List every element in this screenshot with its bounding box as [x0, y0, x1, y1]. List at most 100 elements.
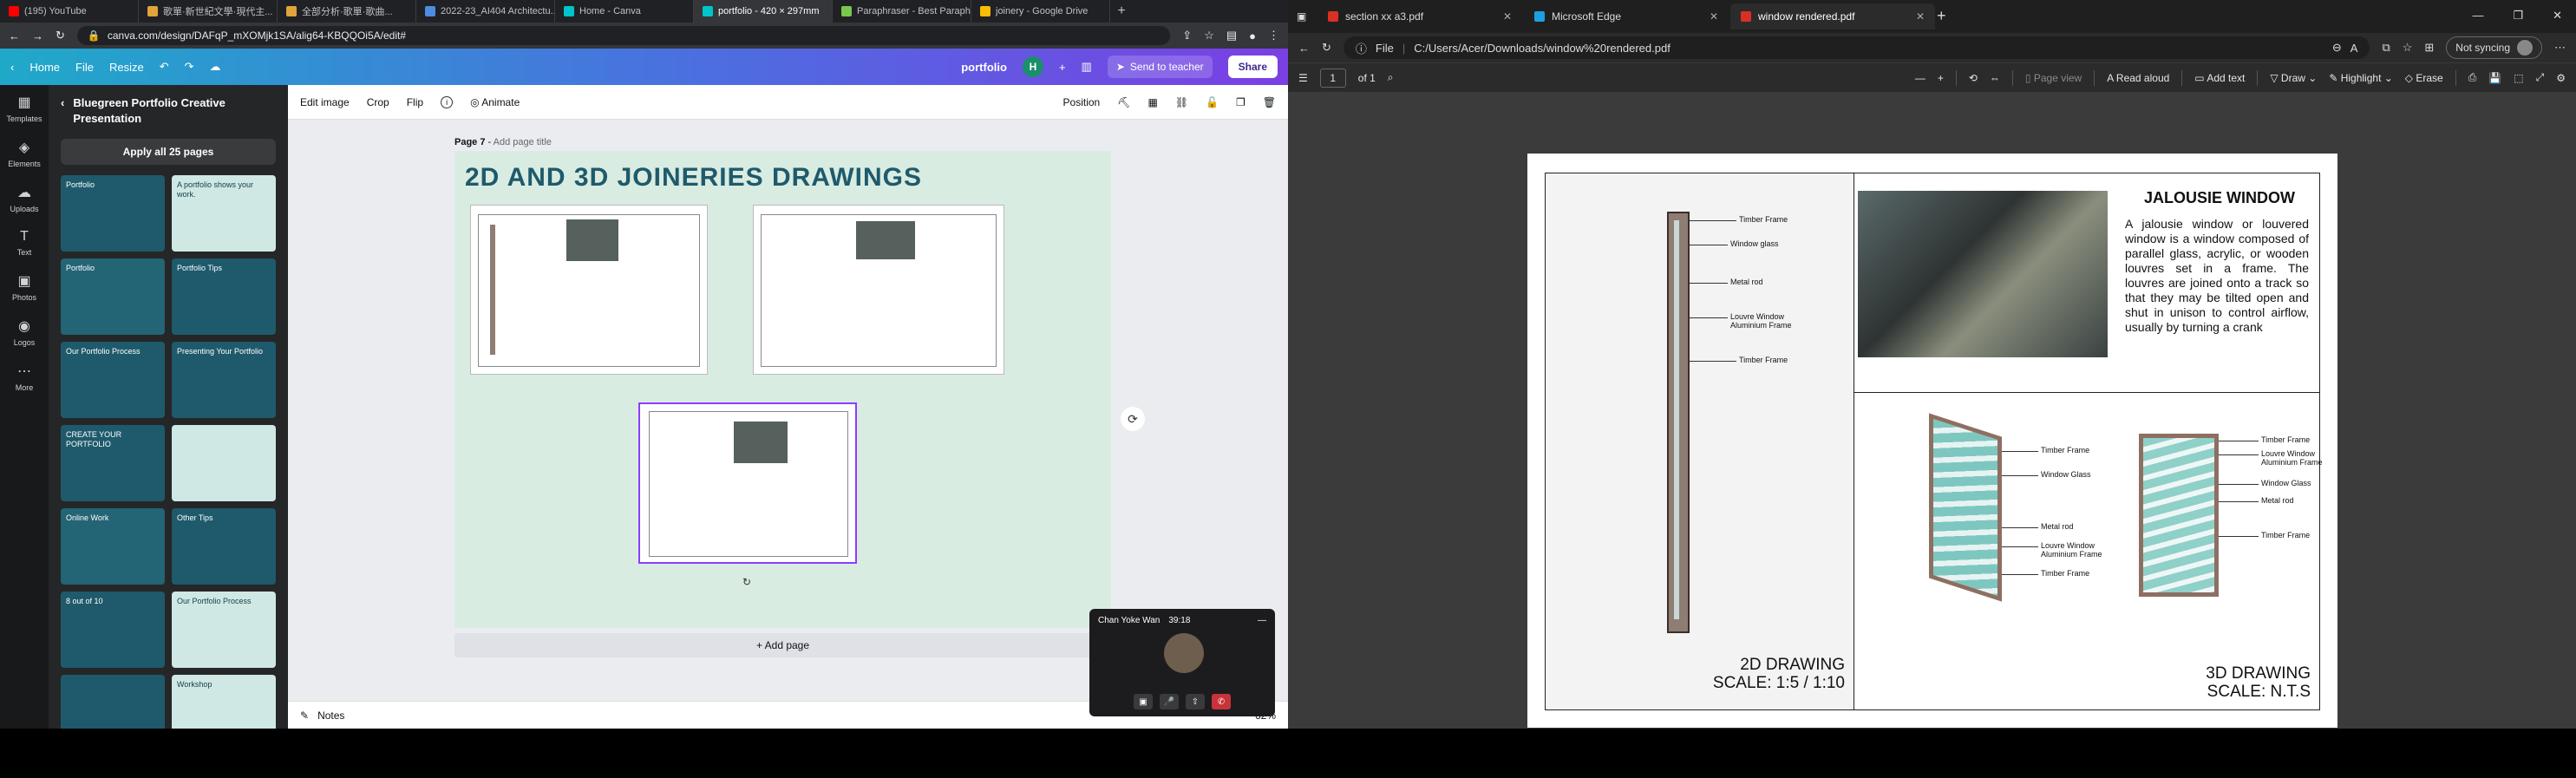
settings-menu-icon[interactable]: ⋯	[2554, 41, 2566, 55]
pdf-viewport[interactable]: Timber Frame Window glass Metal rod Louvre …	[1288, 92, 2576, 729]
highlight-button[interactable]: ✎ Highlight ⌄	[2329, 72, 2392, 84]
end-call-icon[interactable]: ✆	[1212, 694, 1231, 709]
close-window-icon[interactable]: ✕	[2553, 9, 2562, 23]
apply-all-button[interactable]: Apply all 25 pages	[61, 139, 276, 165]
new-tab-button[interactable]: +	[1110, 3, 1133, 19]
template-thumbnail[interactable]: Portfolio Tips	[172, 258, 276, 335]
drawing-card[interactable]	[753, 205, 1004, 375]
close-tab-icon[interactable]: ✕	[1710, 10, 1718, 23]
restore-window-icon[interactable]: ❐	[2513, 9, 2523, 23]
link-icon[interactable]: ⛓	[1175, 96, 1188, 108]
notes-button[interactable]: Notes	[317, 709, 344, 722]
search-icon[interactable]: ⌕	[1388, 71, 1394, 84]
add-text-button[interactable]: ▭ Add text	[2194, 72, 2245, 84]
template-thumbnail[interactable]: 8 out of 10	[61, 592, 165, 668]
rail-item[interactable]: ⋯ More	[16, 363, 34, 392]
browser-tab[interactable]: Paraphraser - Best Paraph...	[833, 0, 971, 23]
add-page-button[interactable]: + Add page	[454, 633, 1111, 657]
delete-icon[interactable]: 🗑	[1263, 96, 1276, 108]
redo-icon[interactable]: ↷	[185, 60, 194, 74]
edge-tab[interactable]: section xx a3.pdf ✕	[1317, 3, 1522, 29]
rail-item[interactable]: ☁ Uploads	[10, 184, 38, 213]
forward-icon[interactable]: →	[32, 29, 43, 42]
rail-item[interactable]: ▦ Templates	[6, 94, 42, 123]
minimize-window-icon[interactable]: —	[2472, 9, 2483, 23]
browser-tab[interactable]: joinery - Google Drive	[971, 0, 1110, 23]
duplicate-icon[interactable]: ❐	[1236, 96, 1246, 108]
page-number-input[interactable]: 1	[1319, 68, 1346, 88]
browser-tab[interactable]: (195) YouTube	[0, 0, 139, 23]
send-to-teacher-button[interactable]: ➤ Send to teacher	[1107, 56, 1213, 78]
back-icon[interactable]: ←	[1298, 42, 1310, 55]
template-thumbnail[interactable]: Online Work	[61, 508, 165, 585]
template-thumbnail[interactable]: Our Portfolio Process	[61, 342, 165, 418]
menu-icon[interactable]: ⋮	[1268, 29, 1279, 42]
minimize-icon[interactable]: —	[1258, 616, 1266, 625]
position-button[interactable]: Position	[1063, 96, 1101, 108]
edge-url-field[interactable]: ⓘ File | C:/Users/Acer/Downloads/window%…	[1343, 36, 2370, 59]
page-canvas[interactable]: 2D AND 3D JOINERIES DRAWINGS ↻ ⟳	[454, 151, 1145, 628]
insights-icon[interactable]: ▥	[1082, 60, 1092, 74]
template-thumbnail[interactable]	[61, 675, 165, 729]
file-menu[interactable]: File	[75, 61, 94, 74]
paint-format-icon[interactable]: ⛏	[1117, 96, 1130, 108]
save-as-icon[interactable]: ⬚	[2514, 72, 2523, 84]
rotate-icon[interactable]: ⟲	[1969, 72, 1978, 84]
avatar[interactable]: H	[1022, 56, 1043, 77]
undo-icon[interactable]: ↶	[160, 60, 169, 74]
refresh-icon[interactable]: ⟳	[1121, 407, 1145, 431]
contents-icon[interactable]: ☰	[1298, 72, 1308, 84]
flip-button[interactable]: Flip	[407, 96, 423, 108]
drawing-card[interactable]	[470, 205, 708, 375]
animate-button[interactable]: ◎ Animate	[470, 96, 520, 108]
rail-item[interactable]: ◈ Elements	[8, 139, 41, 168]
pdf-settings-icon[interactable]: ⚙	[2556, 72, 2566, 84]
info-icon[interactable]: i	[441, 95, 454, 108]
tab-actions-icon[interactable]: ▣	[1297, 10, 1316, 23]
screen-share-icon[interactable]: ⇧	[1186, 694, 1205, 709]
template-thumbnail[interactable]: Our Portfolio Process	[172, 592, 276, 668]
bookmark-star-icon[interactable]: ☆	[1204, 29, 1214, 42]
browser-tab[interactable]: Home - Canva	[555, 0, 694, 23]
page-heading[interactable]: 2D AND 3D JOINERIES DRAWINGS	[465, 163, 922, 193]
rail-item[interactable]: ◉ Logos	[14, 317, 36, 347]
zoom-in-icon[interactable]: +	[1938, 72, 1944, 84]
print-icon[interactable]: ⎙	[2468, 71, 2477, 84]
rotate-handle-icon[interactable]: ↻	[742, 576, 751, 588]
template-thumbnail[interactable]: Presenting Your Portfolio	[172, 342, 276, 418]
rail-item[interactable]: T Text	[17, 229, 32, 257]
sidepanel-icon[interactable]: ▤	[1226, 29, 1237, 42]
close-tab-icon[interactable]: ✕	[1916, 10, 1925, 23]
drawing-card-selected[interactable]	[638, 402, 857, 564]
save-icon[interactable]: 💾	[2488, 72, 2501, 84]
close-tab-icon[interactable]: ✕	[1503, 10, 1512, 23]
transparency-icon[interactable]: ▦	[1147, 96, 1157, 108]
edge-tab[interactable]: Microsoft Edge ✕	[1524, 3, 1729, 29]
back-chevron-icon[interactable]: ‹	[10, 61, 14, 74]
browser-tab[interactable]: 2022-23_AI404 Architectu...	[416, 0, 555, 23]
not-syncing-button[interactable]: Not syncing	[2446, 36, 2542, 59]
page-view-button[interactable]: ▯ Page view	[2025, 72, 2082, 84]
template-thumbnail[interactable]: Portfolio	[61, 258, 165, 335]
resize-button[interactable]: Resize	[109, 61, 144, 74]
microphone-icon[interactable]: 🎤	[1160, 694, 1179, 709]
new-tab-button[interactable]: +	[1937, 7, 1946, 25]
document-name[interactable]: portfolio	[961, 61, 1007, 74]
erase-button[interactable]: ◇ Erase	[2405, 72, 2443, 84]
reload-icon[interactable]: ↻	[56, 29, 65, 42]
template-thumbnail[interactable]: A portfolio shows your work.	[172, 175, 276, 252]
profile-icon[interactable]: ●	[1249, 29, 1256, 42]
add-collaborator-icon[interactable]: +	[1059, 61, 1066, 74]
notes-icon[interactable]: ✎	[300, 709, 309, 722]
browser-tab[interactable]: 全部分析·歌單·歌曲...	[278, 0, 416, 23]
zoom-out-icon[interactable]: —	[1915, 72, 1925, 84]
camera-icon[interactable]: ▣	[1134, 694, 1153, 709]
template-thumbnail[interactable]: Workshop	[172, 675, 276, 729]
page-title-input[interactable]: Add page title	[494, 137, 552, 147]
lock-icon[interactable]: 🔓	[1206, 96, 1219, 108]
edge-tab[interactable]: window rendered.pdf ✕	[1730, 3, 1935, 29]
extensions-icon[interactable]: ⧉	[2382, 41, 2390, 55]
read-aloud-icon[interactable]: A	[2350, 42, 2358, 55]
url-field[interactable]: 🔒 canva.com/design/DAFqP_mXOMjk1SA/alig6…	[76, 26, 1171, 45]
browser-tab[interactable]: portfolio - 420 × 297mm	[694, 0, 833, 23]
